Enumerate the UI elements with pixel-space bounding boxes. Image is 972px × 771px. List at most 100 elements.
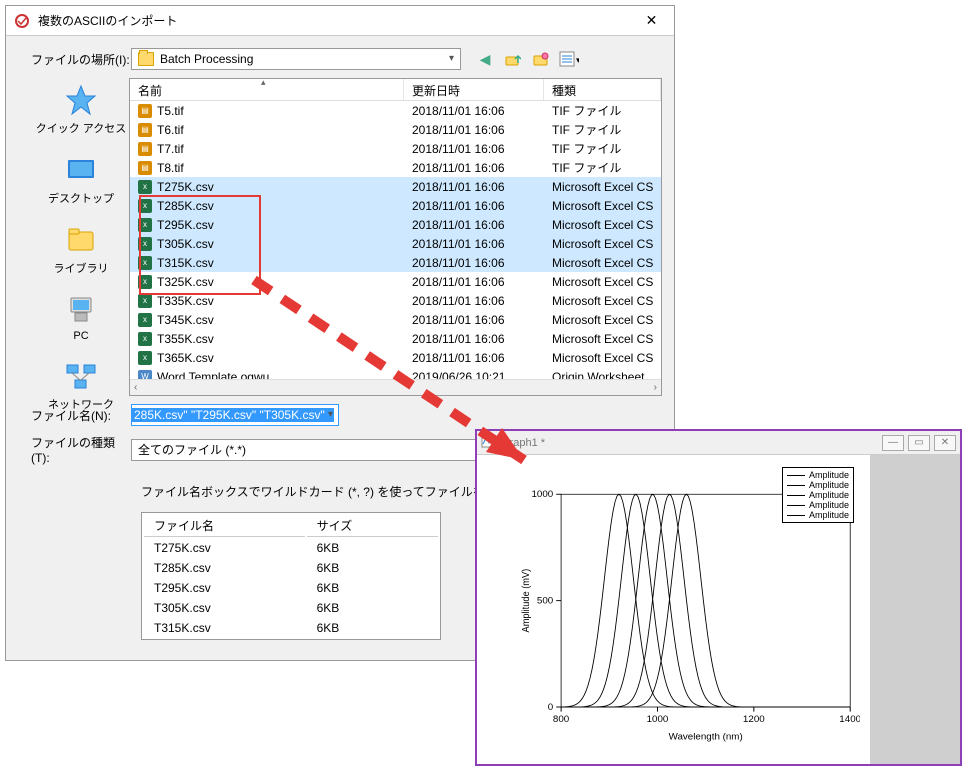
dialog-title: 複数のASCIIのインポート: [38, 12, 629, 29]
view-menu-icon[interactable]: ▾: [559, 49, 579, 69]
file-row[interactable]: xT285K.csv2018/11/01 16:06Microsoft Exce…: [130, 196, 661, 215]
csv-file-icon: x: [138, 313, 152, 327]
filetype-label: ファイルの種類(T):: [31, 434, 131, 465]
csv-file-icon: x: [138, 275, 152, 289]
titlebar: 複数のASCIIのインポート ✕: [6, 6, 674, 36]
legend-entry: Amplitude: [787, 510, 849, 520]
navigation-toolbar: ◀ ▾: [475, 49, 579, 69]
place-quick-access-icon: [63, 82, 99, 118]
legend-entry: Amplitude: [787, 470, 849, 480]
tif-file-icon: ▤: [138, 161, 152, 175]
new-folder-icon[interactable]: [531, 49, 551, 69]
svg-text:1000: 1000: [531, 489, 553, 500]
filename-input[interactable]: 285K.csv" "T295K.csv" "T305K.csv" ▾: [131, 404, 339, 426]
selected-file-row[interactable]: T275K.csv6KB: [144, 539, 438, 557]
csv-file-icon: x: [138, 237, 152, 251]
file-list: 名前 ▴ 更新日時 種類 ▤T5.tif2018/11/01 16:06TIF …: [129, 78, 662, 396]
file-list-body[interactable]: ▤T5.tif2018/11/01 16:06TIF ファイル▤T6.tif20…: [130, 101, 661, 379]
file-list-header: 名前 ▴ 更新日時 種類: [130, 79, 661, 101]
file-row[interactable]: ▤T8.tif2018/11/01 16:06TIF ファイル: [130, 158, 661, 177]
place-libraries[interactable]: ライブラリ: [54, 222, 109, 276]
csv-file-icon: x: [138, 332, 152, 346]
svg-text:▾: ▾: [576, 55, 579, 65]
file-row[interactable]: ▤T5.tif2018/11/01 16:06TIF ファイル: [130, 101, 661, 120]
file-row[interactable]: xT275K.csv2018/11/01 16:06Microsoft Exce…: [130, 177, 661, 196]
selected-file-row[interactable]: T285K.csv6KB: [144, 559, 438, 577]
file-row[interactable]: xT355K.csv2018/11/01 16:06Microsoft Exce…: [130, 329, 661, 348]
chart-svg: 800 1000 1200 1400 Wavelength (nm) 0 500 1000 Am…: [517, 485, 860, 744]
place-pc[interactable]: PC: [63, 292, 99, 342]
svg-text:500: 500: [537, 596, 553, 607]
place-pc-icon: [63, 292, 99, 328]
csv-file-icon: x: [138, 294, 152, 308]
folder-icon: [138, 52, 154, 66]
tif-file-icon: ▤: [138, 142, 152, 156]
file-row[interactable]: xT295K.csv2018/11/01 16:06Microsoft Exce…: [130, 215, 661, 234]
selected-table-header-name[interactable]: ファイル名: [144, 515, 305, 537]
tif-file-icon: ▤: [138, 123, 152, 137]
file-row[interactable]: xT365K.csv2018/11/01 16:06Microsoft Exce…: [130, 348, 661, 367]
selected-file-row[interactable]: T315K.csv6KB: [144, 619, 438, 637]
lookin-label: ファイルの場所(I):: [31, 51, 131, 68]
plot-area: AmplitudeAmplitudeAmplitudeAmplitudeAmpl…: [477, 455, 870, 764]
svg-text:Amplitude (mV): Amplitude (mV): [521, 569, 532, 633]
graph-app-icon: [481, 434, 495, 451]
places-pane: クイック アクセスデスクトップライブラリPCネットワーク: [31, 78, 131, 396]
csv-file-icon: x: [138, 218, 152, 232]
chevron-down-icon: ▾: [449, 53, 454, 64]
csv-file-icon: x: [138, 256, 152, 270]
place-desktop[interactable]: デスクトップ: [48, 152, 114, 206]
legend-entry: Amplitude: [787, 480, 849, 490]
maximize-button[interactable]: ▭: [908, 435, 930, 451]
wks-file-icon: W: [138, 370, 152, 380]
selected-file-row[interactable]: T295K.csv6KB: [144, 579, 438, 597]
selected-files-table: ファイル名 サイズ T275K.csv6KB T285K.csv6KB T295K.…: [141, 512, 441, 640]
close-button[interactable]: ✕: [629, 6, 674, 36]
place-libraries-icon: [63, 222, 99, 258]
csv-file-icon: x: [138, 351, 152, 365]
svg-text:0: 0: [548, 702, 553, 713]
svg-text:800: 800: [553, 714, 569, 725]
file-row[interactable]: WWord Template.ogwu2019/06/26 10:21Origi…: [130, 367, 661, 379]
legend: AmplitudeAmplitudeAmplitudeAmplitudeAmpl…: [782, 467, 854, 523]
folder-combo[interactable]: Batch Processing ▾: [131, 48, 461, 70]
graph-titlebar: Graph1 * — ▭ ✕: [477, 431, 960, 455]
file-row[interactable]: xT345K.csv2018/11/01 16:06Microsoft Exce…: [130, 310, 661, 329]
file-row[interactable]: xT315K.csv2018/11/01 16:06Microsoft Exce…: [130, 253, 661, 272]
close-button[interactable]: ✕: [934, 435, 956, 451]
file-row[interactable]: xT325K.csv2018/11/01 16:06Microsoft Exce…: [130, 272, 661, 291]
legend-entry: Amplitude: [787, 500, 849, 510]
place-network[interactable]: ネットワーク: [48, 358, 114, 412]
folder-name: Batch Processing: [160, 52, 253, 66]
horizontal-scrollbar[interactable]: ‹›: [130, 379, 661, 395]
legend-entry: Amplitude: [787, 490, 849, 500]
tif-file-icon: ▤: [138, 104, 152, 118]
svg-text:1000: 1000: [647, 714, 669, 725]
file-row[interactable]: xT335K.csv2018/11/01 16:06Microsoft Exce…: [130, 291, 661, 310]
place-quick-access[interactable]: クイック アクセス: [36, 82, 127, 136]
minimize-button[interactable]: —: [882, 435, 904, 451]
graph-side-panel: [870, 455, 960, 764]
place-network-icon: [63, 358, 99, 394]
csv-file-icon: x: [138, 180, 152, 194]
selected-file-row[interactable]: T305K.csv6KB: [144, 599, 438, 617]
column-name-header[interactable]: 名前 ▴: [130, 79, 404, 100]
column-type-header[interactable]: 種類: [544, 79, 661, 100]
svg-text:1400: 1400: [839, 714, 860, 725]
app-icon: [14, 13, 30, 29]
csv-file-icon: x: [138, 199, 152, 213]
file-row[interactable]: ▤T6.tif2018/11/01 16:06TIF ファイル: [130, 120, 661, 139]
up-folder-icon[interactable]: [503, 49, 523, 69]
svg-text:1200: 1200: [743, 714, 765, 725]
file-row[interactable]: xT305K.csv2018/11/01 16:06Microsoft Exce…: [130, 234, 661, 253]
back-icon[interactable]: ◀: [475, 49, 495, 69]
chevron-down-icon: ▾: [328, 409, 333, 420]
place-desktop-icon: [63, 152, 99, 188]
selected-table-header-size[interactable]: サイズ: [307, 515, 438, 537]
column-date-header[interactable]: 更新日時: [404, 79, 544, 100]
graph-window-title: Graph1 *: [501, 437, 882, 449]
file-row[interactable]: ▤T7.tif2018/11/01 16:06TIF ファイル: [130, 139, 661, 158]
svg-text:Wavelength (nm): Wavelength (nm): [669, 732, 743, 743]
sort-indicator-icon: ▴: [261, 78, 266, 88]
graph-window: Graph1 * — ▭ ✕ AmplitudeAmplitudeAmplitu…: [475, 429, 962, 766]
